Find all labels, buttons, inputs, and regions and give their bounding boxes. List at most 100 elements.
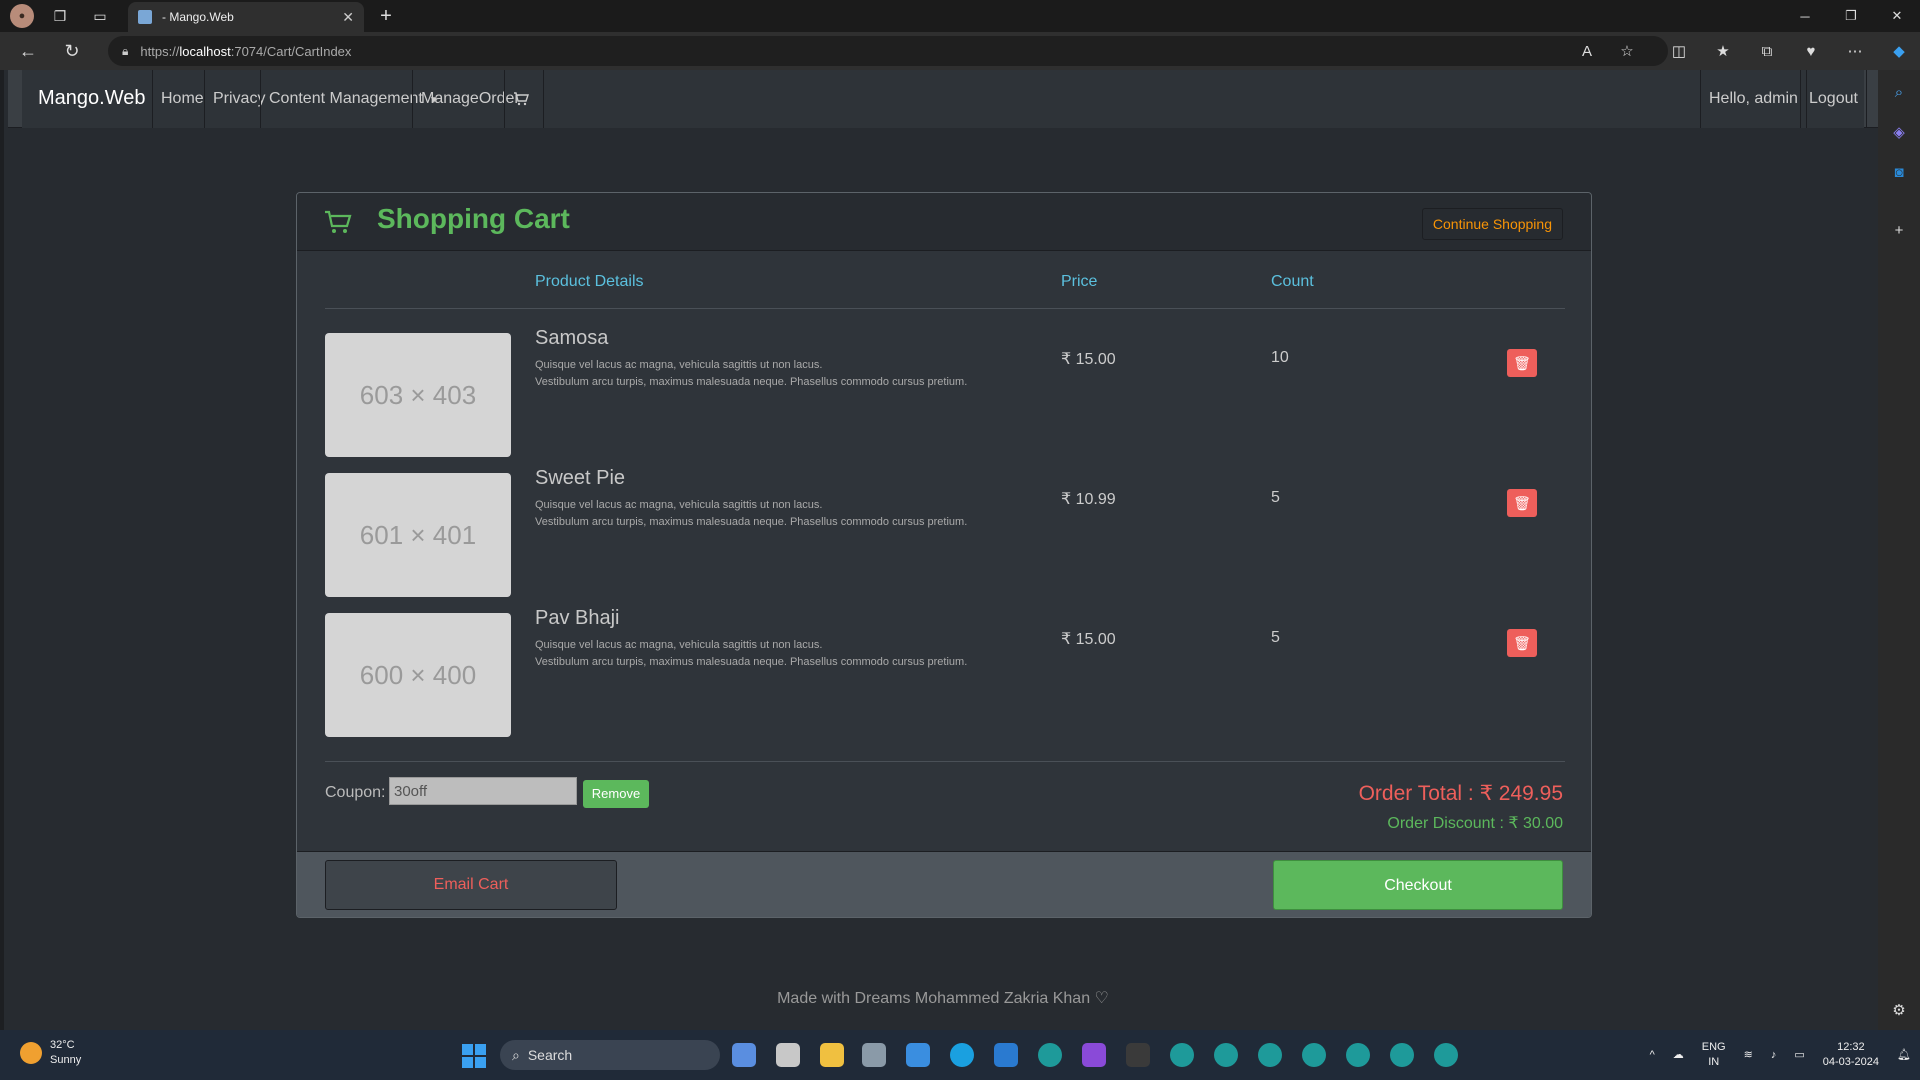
- favorite-star-icon[interactable]: ☆: [1612, 36, 1642, 66]
- refresh-icon[interactable]: ↻: [56, 35, 88, 67]
- visual-studio-icon[interactable]: [1082, 1043, 1106, 1067]
- settings-app-icon[interactable]: [862, 1043, 886, 1067]
- url-field[interactable]: 🔒︎ https://localhost:7074/Cart/CartIndex: [108, 36, 1668, 66]
- outlook-app-icon[interactable]: [994, 1043, 1018, 1067]
- weather-widget[interactable]: 32°C Sunny: [20, 1038, 81, 1068]
- browser-tab[interactable]: - Mango.Web ✕: [128, 2, 364, 32]
- store-app-icon[interactable]: [906, 1043, 930, 1067]
- tab-actions-icon[interactable]: ▭: [86, 2, 114, 30]
- terminal-icon[interactable]: [1126, 1043, 1150, 1067]
- clock[interactable]: 12:32 04-03-2024: [1823, 1040, 1879, 1070]
- battery-icon[interactable]: ▭: [1794, 1048, 1804, 1063]
- delete-item-button[interactable]: 🗑︎: [1507, 489, 1537, 517]
- taskbar-search-label: Search: [527, 1047, 573, 1063]
- card-header: Shopping Cart Continue Shopping: [297, 193, 1591, 251]
- description-line: Vestibulum arcu turpis, maximus malesuad…: [535, 376, 968, 388]
- url-prefix: https://: [140, 43, 180, 59]
- product-count: 5: [1271, 489, 1280, 506]
- favorites-icon[interactable]: ★: [1708, 36, 1738, 66]
- column-header-details: Product Details: [535, 273, 644, 290]
- tab-title: - Mango.Web: [162, 10, 234, 24]
- more-menu-icon[interactable]: ⋯: [1840, 36, 1870, 66]
- collections-icon[interactable]: ⧉: [1752, 36, 1782, 66]
- read-aloud-icon[interactable]: A: [1572, 36, 1602, 66]
- lock-icon: 🔒︎: [122, 43, 129, 58]
- edge-app-icon[interactable]: [1038, 1043, 1062, 1067]
- lang-secondary: IN: [1708, 1056, 1720, 1068]
- card-footer: Email Cart Checkout: [297, 851, 1591, 917]
- lang-primary: ENG: [1701, 1041, 1726, 1053]
- windows-start-icon[interactable]: [462, 1044, 486, 1068]
- copilot-sidebar-icon[interactable]: ◈: [1887, 120, 1911, 144]
- profile-avatar[interactable]: ●: [10, 4, 34, 28]
- widgets-app-icon[interactable]: [732, 1043, 756, 1067]
- settings-gear-icon[interactable]: ⚙: [1887, 998, 1911, 1022]
- site-navbar: Mango.Web Home Privacy Content Managemen…: [8, 70, 1878, 128]
- edge-app-icon[interactable]: [1346, 1043, 1370, 1067]
- checkout-button[interactable]: Checkout: [1273, 860, 1563, 910]
- search-icon[interactable]: ⌕: [1887, 80, 1911, 104]
- notification-bell-icon[interactable]: 🔔︎: [1897, 1048, 1911, 1063]
- delete-item-button[interactable]: 🗑︎: [1507, 349, 1537, 377]
- product-image: 601 × 401: [325, 473, 511, 597]
- nav-logout[interactable]: Logout: [1800, 70, 1867, 128]
- workspaces-icon[interactable]: ❐: [46, 2, 74, 30]
- trash-icon: 🗑︎: [1513, 634, 1531, 651]
- nav-cart-icon[interactable]: [504, 70, 544, 128]
- edge-app-icon[interactable]: [1170, 1043, 1194, 1067]
- split-screen-icon[interactable]: ◫: [1664, 36, 1694, 66]
- product-name: Sweet Pie: [535, 467, 626, 489]
- product-price: ₹ 10.99: [1061, 491, 1116, 508]
- nav-content-management-label: Content Management: [269, 90, 423, 107]
- product-image: 600 × 400: [325, 613, 511, 737]
- clock-time: 12:32: [1837, 1041, 1865, 1053]
- brand-link[interactable]: Mango.Web: [38, 87, 145, 110]
- restore-button[interactable]: ❐: [1828, 0, 1874, 32]
- product-price: ₹ 15.00: [1061, 351, 1116, 368]
- product-description: Quisque vel lacus ac magna, vehicula sag…: [535, 357, 995, 391]
- file-explorer-icon[interactable]: [820, 1043, 844, 1067]
- volume-icon[interactable]: ♪: [1771, 1048, 1777, 1063]
- description-line: Vestibulum arcu turpis, maximus malesuad…: [535, 656, 968, 668]
- new-tab-button[interactable]: +: [374, 4, 398, 28]
- shopping-cart-card: Shopping Cart Continue Shopping Product …: [296, 192, 1592, 918]
- remove-coupon-button[interactable]: Remove: [583, 780, 649, 808]
- product-name: Pav Bhaji: [535, 607, 620, 629]
- chevron-up-icon[interactable]: ^: [1650, 1048, 1655, 1063]
- edge-app-icon[interactable]: [1214, 1043, 1238, 1067]
- trash-icon: 🗑︎: [1513, 354, 1531, 371]
- close-tab-icon[interactable]: ✕: [342, 9, 354, 26]
- continue-shopping-button[interactable]: Continue Shopping: [1421, 208, 1563, 240]
- language-indicator[interactable]: ENG IN: [1702, 1040, 1726, 1070]
- close-window-button[interactable]: ✕: [1874, 0, 1920, 32]
- page-title: Shopping Cart: [377, 203, 570, 234]
- edge-app-icon[interactable]: [1302, 1043, 1326, 1067]
- copilot-icon[interactable]: ◆: [1884, 36, 1914, 66]
- description-line: Vestibulum arcu turpis, maximus malesuad…: [535, 516, 968, 528]
- taskbar-search[interactable]: ⌕ Search: [500, 1040, 720, 1070]
- add-sidebar-icon[interactable]: +: [1887, 218, 1911, 242]
- description-line: Quisque vel lacus ac magna, vehicula sag…: [535, 359, 823, 371]
- nav-home[interactable]: Home: [152, 70, 212, 128]
- back-arrow-icon[interactable]: ←: [12, 35, 44, 67]
- cart-item-row: 601 × 401 Sweet Pie Quisque vel lacus ac…: [297, 467, 1591, 603]
- email-cart-button[interactable]: Email Cart: [325, 860, 617, 910]
- edge-app-icon[interactable]: [1258, 1043, 1282, 1067]
- wifi-icon[interactable]: ≋: [1744, 1048, 1753, 1063]
- edge-app-icon[interactable]: [1434, 1043, 1458, 1067]
- cortana-icon[interactable]: [950, 1043, 974, 1067]
- outlook-icon[interactable]: ◙: [1887, 160, 1911, 184]
- onedrive-icon[interactable]: ☁: [1673, 1048, 1684, 1063]
- minimize-button[interactable]: ─: [1782, 0, 1828, 32]
- page-favicon-icon: [138, 10, 152, 24]
- product-name: Samosa: [535, 327, 609, 349]
- nav-greeting[interactable]: Hello, admin: [1700, 70, 1807, 128]
- cart-item-row: 600 × 400 Pav Bhaji Quisque vel lacus ac…: [297, 607, 1591, 743]
- task-view-icon[interactable]: [776, 1043, 800, 1067]
- product-price: ₹ 15.00: [1061, 631, 1116, 648]
- performance-icon[interactable]: ♥: [1796, 36, 1826, 66]
- edge-app-icon[interactable]: [1390, 1043, 1414, 1067]
- coupon-input[interactable]: [389, 777, 577, 805]
- header-divider: [325, 308, 1565, 309]
- delete-item-button[interactable]: 🗑︎: [1507, 629, 1537, 657]
